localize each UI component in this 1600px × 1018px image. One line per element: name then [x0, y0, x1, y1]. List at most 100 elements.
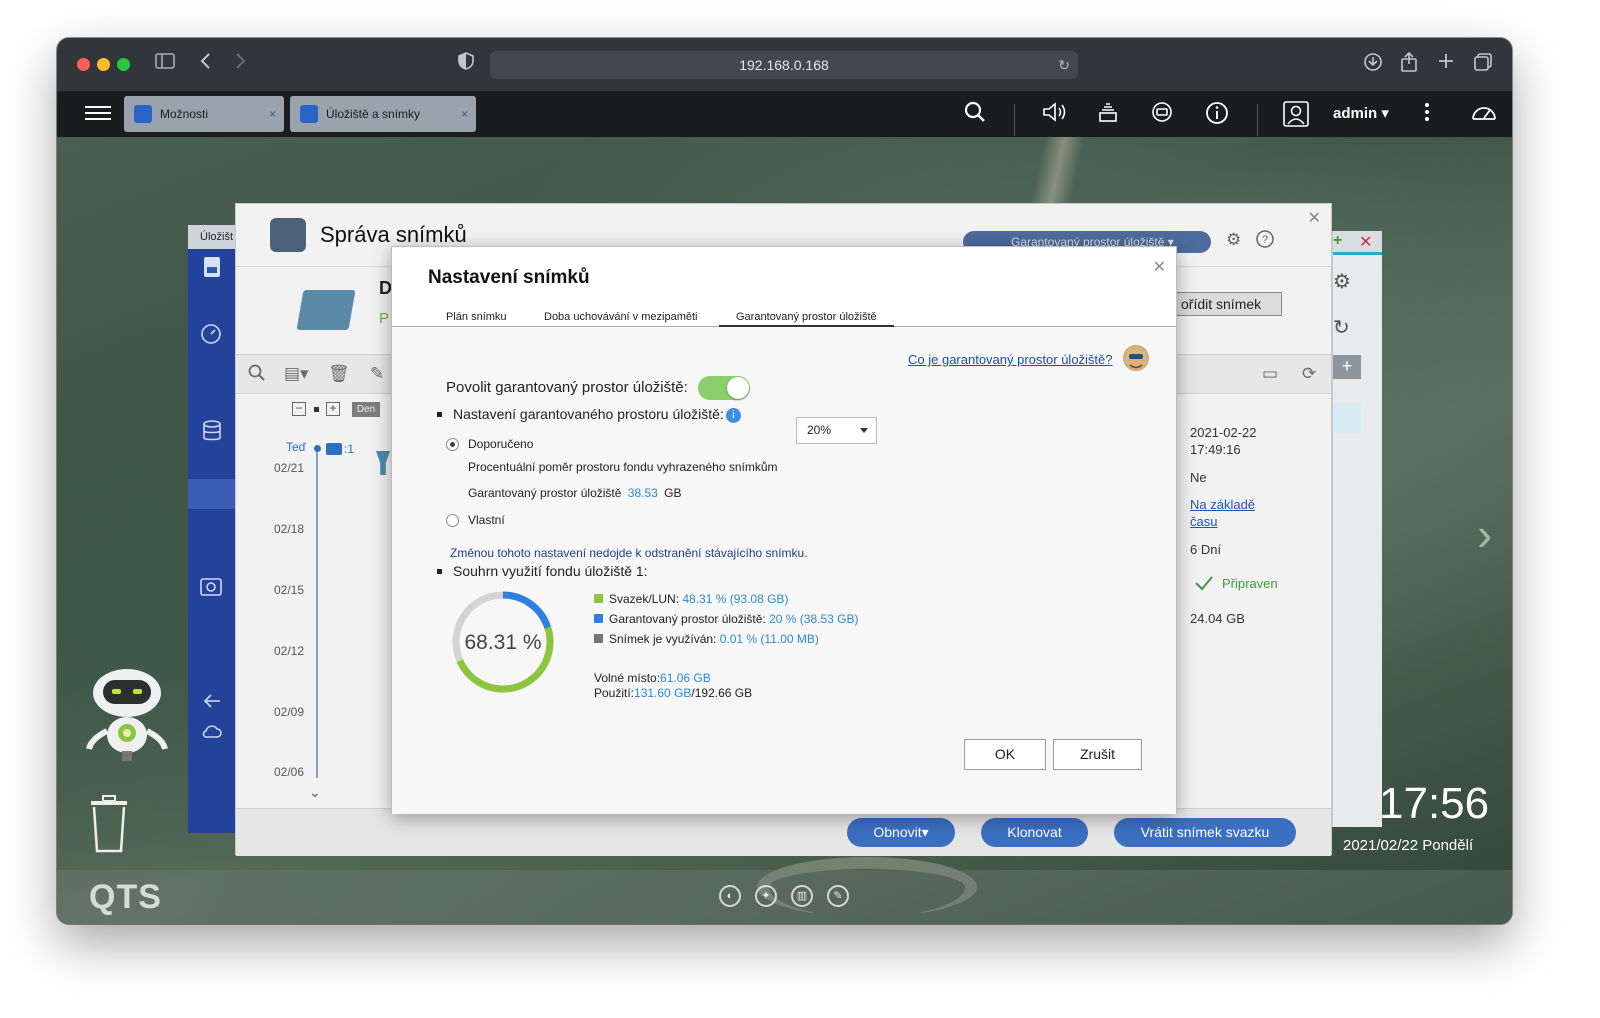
close-icon[interactable]: ×	[269, 96, 276, 132]
gear-icon[interactable]: ⚙	[1333, 269, 1351, 294]
usage-donut-svg: 68.31 %	[452, 591, 554, 693]
revert-volume-button[interactable]: Vrátit snímek svazku	[1114, 818, 1296, 847]
new-tab-icon[interactable]	[1437, 52, 1455, 76]
guaranteed-space-value: 38.53	[627, 486, 658, 500]
toggle-knob	[727, 377, 749, 399]
forward-icon[interactable]	[233, 52, 247, 76]
gear-icon[interactable]: ⚙	[1226, 230, 1241, 250]
tools-icon[interactable]: ✦	[755, 885, 777, 907]
back-icon[interactable]	[199, 52, 213, 76]
help-mascot-icon[interactable]	[1123, 345, 1149, 371]
refresh-icon[interactable]: ⟳	[1302, 364, 1316, 384]
legend-name: Garantovaný prostor úložiště:	[609, 612, 766, 626]
help-icon[interactable]: ?	[1256, 230, 1274, 253]
edit-icon[interactable]: ✎	[370, 364, 384, 384]
percent-label: Procentuální poměr prostoru fondu vyhraz…	[468, 460, 778, 474]
search-icon[interactable]	[964, 101, 986, 130]
external-device-icon[interactable]	[1150, 101, 1174, 130]
window-icon[interactable]: ▭	[1262, 364, 1278, 384]
tab-overview-icon[interactable]	[1473, 52, 1493, 78]
more-options-icon[interactable]	[1423, 101, 1431, 130]
cloud-icon[interactable]	[202, 723, 222, 746]
share-icon[interactable]	[1400, 51, 1418, 78]
used-space-label: Použití:	[594, 686, 635, 700]
zoom-dot	[314, 407, 319, 412]
svg-text:?: ?	[1262, 234, 1268, 246]
close-icon[interactable]: ✕	[1308, 208, 1321, 228]
tab-cache-retention[interactable]: Doba uchovávání v mezipaměti	[544, 311, 697, 323]
feedback-icon[interactable]: ✎	[827, 885, 849, 907]
app-tab-options[interactable]: Možnosti ×	[124, 96, 284, 132]
browser-window: 192.168.0.168 ↻ Možnosti × Úložiště a sn…	[57, 38, 1512, 924]
list-view-icon[interactable]: ▤▾	[284, 364, 309, 384]
user-avatar-icon[interactable]	[1283, 101, 1309, 134]
clone-button[interactable]: Klonovat	[981, 818, 1088, 847]
main-menu-button[interactable]	[85, 102, 111, 126]
percent-select-value: 20%	[807, 423, 832, 437]
snapshot-type-link[interactable]: času	[1190, 513, 1217, 530]
overview-icon[interactable]	[200, 323, 222, 350]
bullet	[437, 569, 442, 574]
address-bar[interactable]: 192.168.0.168 ↻	[490, 51, 1078, 79]
cancel-button[interactable]: Zrušit	[1053, 739, 1142, 770]
sidebar-active-item[interactable]	[188, 479, 236, 509]
ok-button[interactable]: OK	[964, 739, 1046, 770]
dashboard-icon[interactable]	[1470, 101, 1498, 130]
minimize-window-button[interactable]	[97, 58, 110, 71]
sidebar-toggle-icon[interactable]	[155, 52, 175, 76]
snapshot-marker-icon[interactable]	[376, 451, 390, 475]
background-tasks-icon[interactable]	[1097, 101, 1119, 130]
search-icon[interactable]	[248, 364, 266, 387]
tab-guaranteed-space[interactable]: Garantovaný prostor úložiště	[719, 311, 894, 327]
enable-guaranteed-space-toggle[interactable]	[698, 376, 750, 400]
volume-icon[interactable]	[1041, 101, 1069, 130]
snapshot-size: 24.04 GB	[1190, 611, 1245, 626]
help-link[interactable]: Co je garantovaný prostor úložiště?	[908, 352, 1113, 367]
zoom-level-label[interactable]: Den	[352, 402, 380, 417]
timeline-now-marker	[314, 445, 321, 452]
app-tab-storage[interactable]: Úložiště a snímky ×	[290, 96, 476, 132]
refresh-icon[interactable]: ↻	[1333, 315, 1350, 340]
snapshot-icon[interactable]	[200, 578, 222, 601]
delete-icon[interactable]: 🗑	[328, 364, 350, 384]
timeline-date: 02/21	[274, 461, 305, 475]
timeline-now-label: Teď	[286, 440, 307, 454]
snapshot-manager-logo	[270, 218, 306, 252]
disk-icon[interactable]	[202, 420, 222, 447]
close-icon[interactable]: ×	[461, 96, 468, 132]
restore-button[interactable]: Obnovit▾	[847, 818, 955, 847]
user-menu[interactable]: admin ▾	[1333, 104, 1389, 122]
chevron-down-icon[interactable]: ⌄	[309, 784, 321, 801]
next-page-icon[interactable]: ›	[1477, 507, 1492, 561]
downloads-icon[interactable]	[1363, 52, 1383, 78]
snapshot-marker-icon[interactable]	[326, 443, 342, 455]
qboost-robot-icon[interactable]	[81, 665, 173, 765]
percent-select[interactable]: 20%	[796, 417, 877, 444]
snapshot-type-link[interactable]: Na základě	[1190, 496, 1255, 513]
expand-icon[interactable]: +	[326, 402, 340, 416]
share-back-icon[interactable]	[202, 692, 222, 715]
privacy-shield-icon[interactable]	[458, 52, 474, 76]
collapse-icon[interactable]: −	[292, 402, 306, 416]
side-panel-header: + ✕	[1333, 231, 1382, 255]
custom-radio[interactable]	[446, 514, 459, 527]
close-icon[interactable]: ✕	[1359, 232, 1372, 252]
add-icon[interactable]: +	[1333, 232, 1342, 250]
snapshot-status: Připraven	[1222, 576, 1278, 591]
timeline-date: 02/15	[274, 583, 305, 597]
settings-heading-text: Nastavení garantovaného prostoru úložišt…	[453, 406, 724, 422]
tab-snapshot-schedule[interactable]: Plán snímku	[446, 311, 507, 323]
reload-icon[interactable]: ↻	[1058, 51, 1070, 79]
recommended-radio[interactable]	[446, 438, 459, 451]
info-icon[interactable]: i	[725, 407, 741, 423]
storage-icon[interactable]	[202, 255, 222, 284]
zoom-window-button[interactable]	[117, 58, 130, 71]
take-snapshot-button[interactable]: ořídit snímek	[1174, 292, 1282, 316]
qfinder-icon[interactable]: ◐	[719, 885, 741, 907]
manual-icon[interactable]: ▥	[791, 885, 813, 907]
close-window-button[interactable]	[77, 58, 90, 71]
info-icon[interactable]	[1205, 101, 1229, 132]
add-icon[interactable]: +	[1333, 355, 1361, 379]
trash-icon[interactable]	[89, 795, 129, 853]
close-icon[interactable]: ✕	[1153, 257, 1166, 277]
